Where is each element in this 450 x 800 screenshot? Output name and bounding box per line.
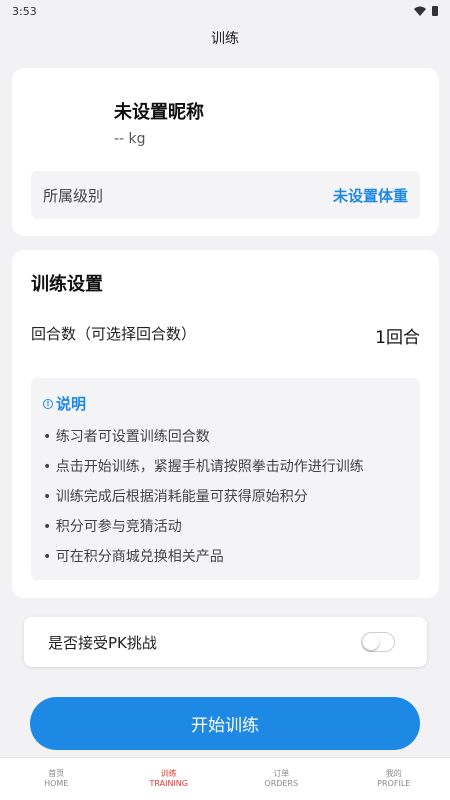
info-title-label: 说明 bbox=[56, 395, 87, 413]
info-title: ! 说明 bbox=[43, 393, 86, 414]
list-item: • 训练完成后根据消耗能量可获得原始积分 bbox=[43, 489, 308, 505]
tab-home[interactable]: 首页 HOME bbox=[0, 758, 113, 800]
list-item: • 可在积分商城兑换相关产品 bbox=[43, 549, 224, 565]
page-title: 训练 bbox=[211, 31, 239, 47]
rounds-label: 回合数（可选择回合数） bbox=[31, 325, 197, 343]
tab-orders[interactable]: 订单 ORDERS bbox=[225, 758, 338, 800]
list-item: • 练习者可设置训练回合数 bbox=[43, 429, 210, 445]
status-icons bbox=[414, 6, 438, 16]
tab-profile[interactable]: 我的 PROFILE bbox=[338, 758, 450, 800]
settings-title: 训练设置 bbox=[31, 274, 103, 295]
tab-training-label-cn: 训练 bbox=[160, 769, 177, 778]
nickname[interactable]: 未设置昵称 bbox=[114, 98, 204, 124]
rounds-selector[interactable]: 1回合 bbox=[375, 323, 420, 348]
status-bar: 3:53 bbox=[0, 0, 450, 22]
bottom-tab-bar: 首页 HOME 训练 TRAINING 订单 ORDERS 我的 PROFILE bbox=[0, 757, 450, 800]
level-row[interactable]: 所属级别 未设置体重 bbox=[31, 171, 420, 219]
tab-training[interactable]: 训练 TRAINING bbox=[113, 758, 226, 800]
toggle-knob bbox=[363, 634, 379, 650]
tab-profile-label-cn: 我的 bbox=[385, 769, 402, 778]
wifi-icon bbox=[414, 6, 426, 16]
tab-home-label-en: HOME bbox=[44, 779, 69, 788]
battery-icon bbox=[432, 6, 438, 16]
level-label: 所属级别 bbox=[43, 186, 104, 205]
info-list: • 练习者可设置训练回合数 • 点击开始训练，紧握手机请按照拳击动作进行训练 •… bbox=[43, 426, 364, 576]
info-icon: ! bbox=[43, 398, 53, 409]
info-box: ! 说明 • 练习者可设置训练回合数 • 点击开始训练，紧握手机请按照拳击动作进… bbox=[31, 378, 420, 580]
profile-card: 未设置昵称 -- kg 所属级别 未设置体重 bbox=[12, 68, 439, 236]
list-item: • 点击开始训练，紧握手机请按照拳击动作进行训练 bbox=[43, 459, 364, 475]
pk-challenge-row: 是否接受PK挑战 bbox=[24, 617, 427, 667]
list-item: • 积分可参与竞猜活动 bbox=[43, 519, 182, 535]
tab-orders-label-en: ORDERS bbox=[264, 779, 299, 788]
level-value[interactable]: 未设置体重 bbox=[333, 185, 408, 206]
tab-home-label-cn: 首页 bbox=[48, 769, 65, 778]
tab-orders-label-cn: 订单 bbox=[273, 769, 290, 778]
tab-training-label-en: TRAINING bbox=[149, 779, 188, 788]
pk-challenge-label: 是否接受PK挑战 bbox=[48, 633, 157, 652]
start-training-button[interactable]: 开始训练 bbox=[30, 697, 420, 750]
tab-profile-label-en: PROFILE bbox=[377, 779, 411, 788]
pk-challenge-toggle[interactable] bbox=[361, 632, 395, 652]
status-time: 3:53 bbox=[12, 4, 37, 18]
weight-value: -- kg bbox=[114, 131, 146, 147]
training-settings-card: 训练设置 回合数（可选择回合数） 1回合 ! 说明 • 练习者可设置训练回合数 … bbox=[12, 250, 439, 598]
